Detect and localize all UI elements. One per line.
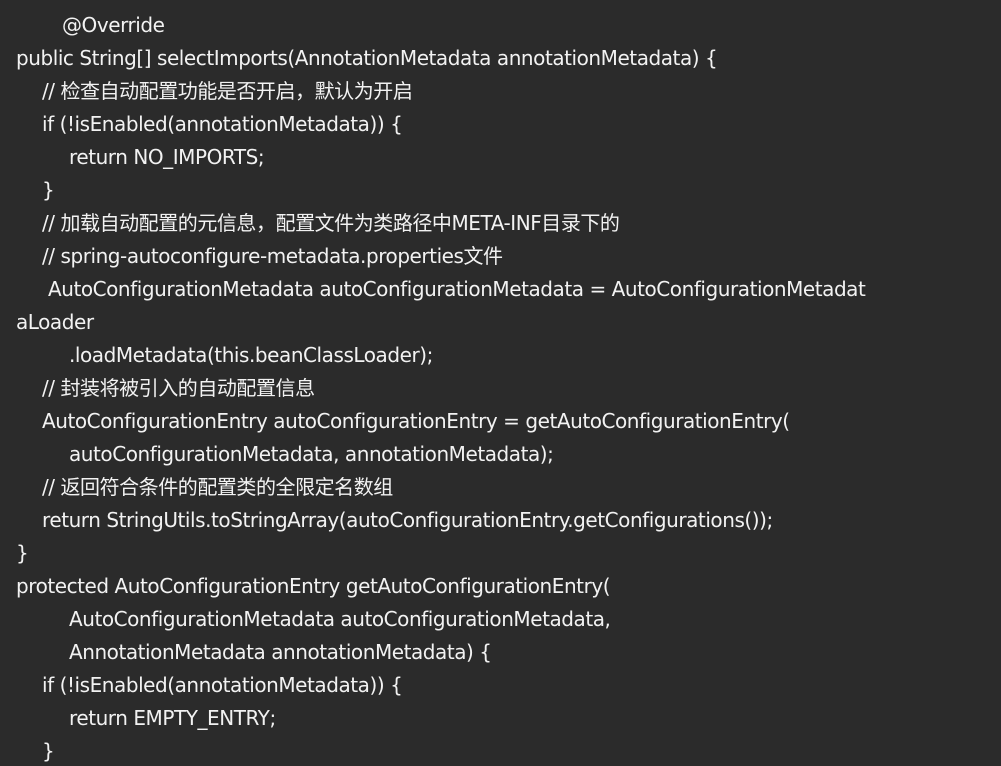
code-line: AnnotationMetadata annotationMetadata) { [69, 640, 492, 664]
code-line: return EMPTY_ENTRY; [69, 706, 276, 730]
code-line: AutoConfigurationMetadata autoConfigurat… [48, 277, 866, 301]
code-comment-line: // 加载自动配置的元信息，配置文件为类路径中META-INF目录下的 [42, 211, 620, 235]
code-line: AutoConfigurationEntry autoConfiguration… [42, 409, 790, 433]
code-line: aLoader [16, 310, 94, 334]
code-comment-line: // 检查自动配置功能是否开启，默认为开启 [42, 79, 413, 103]
code-comment-line: // 封装将被引入的自动配置信息 [42, 376, 315, 400]
code-editor[interactable]: @Override public String[] selectImports(… [0, 0, 1001, 766]
code-line: autoConfigurationMetadata, annotationMet… [69, 442, 554, 466]
code-line: } [42, 178, 55, 202]
code-line: } [16, 541, 29, 565]
code-line: .loadMetadata(this.beanClassLoader); [69, 343, 433, 367]
code-line: if (!isEnabled(annotationMetadata)) { [42, 112, 403, 136]
code-line: return StringUtils.toStringArray(autoCon… [42, 508, 773, 532]
code-line: protected AutoConfigurationEntry getAuto… [16, 574, 611, 598]
code-comment-line: // 返回符合条件的配置类的全限定名数组 [42, 475, 393, 499]
code-line: if (!isEnabled(annotationMetadata)) { [42, 673, 403, 697]
code-line: return NO_IMPORTS; [69, 145, 265, 169]
code-line: public String[] selectImports(Annotation… [16, 46, 718, 70]
code-line: AutoConfigurationMetadata autoConfigurat… [69, 607, 611, 631]
code-line: @Override [62, 13, 165, 37]
code-comment-line: // spring-autoconfigure-metadata.propert… [42, 244, 503, 268]
code-line: } [42, 739, 55, 763]
